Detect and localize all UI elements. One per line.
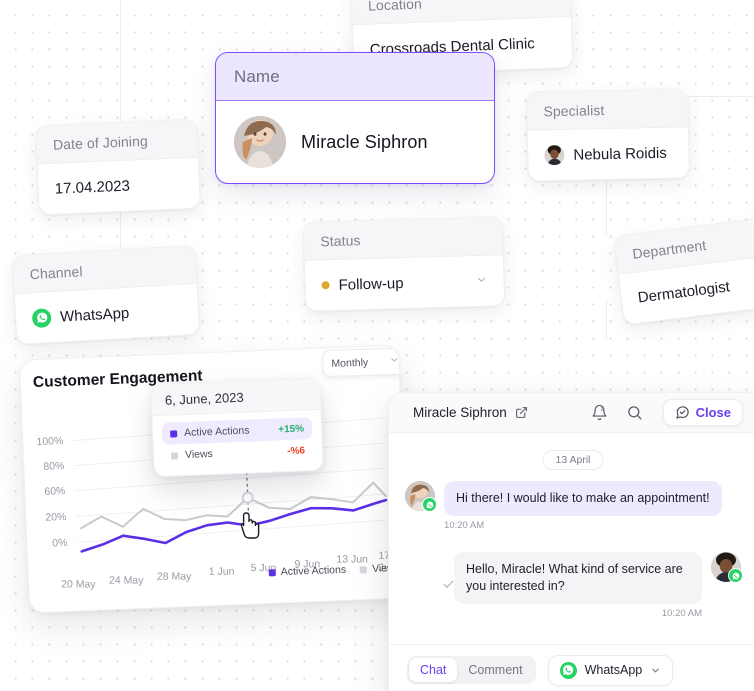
chat-message-list: 13 April Hi there! I would like to make … — [389, 433, 754, 645]
avatar-nebula-roidis — [544, 144, 565, 166]
field-value-channel: WhatsApp — [15, 284, 200, 344]
chart-tooltip-name-views: Views — [184, 447, 214, 462]
tab-comment[interactable]: Comment — [457, 658, 533, 682]
search-icon[interactable] — [626, 404, 643, 421]
chat-bubble-group-incoming: Hi there! I would like to make an appoin… — [444, 481, 722, 531]
mouse-cursor-icon — [240, 512, 263, 540]
field-value-date-of-joining: 17.04.2023 — [38, 158, 200, 215]
whatsapp-icon — [559, 661, 577, 679]
x-tick-28-may: 28 May — [156, 570, 192, 583]
field-label-name: Name — [216, 53, 494, 101]
close-button[interactable]: Close — [662, 399, 743, 426]
legend-swatch-icon — [360, 565, 368, 573]
chart-tooltip-body: Active Actions +15% Views -%6 — [153, 410, 323, 476]
field-value-specialist-text: Nebula Roidis — [573, 144, 667, 164]
x-tick-24-may: 24 May — [108, 574, 144, 587]
chat-mode-tabs: Chat Comment — [407, 656, 536, 684]
chart-tooltip-row-views: Views -%6 — [163, 439, 314, 467]
chart-range-select[interactable]: Monthly — [322, 347, 409, 378]
x-tick-1-jun: 1 Jun — [208, 565, 235, 578]
whatsapp-icon — [31, 307, 52, 328]
field-value-channel-text: WhatsApp — [59, 304, 130, 326]
field-value-specialist: Nebula Roidis — [528, 127, 689, 180]
legend-swatch-icon — [268, 568, 276, 576]
status-dot-icon — [321, 281, 330, 290]
field-value-name-text: Miracle Siphron — [301, 131, 428, 152]
chart-range-label: Monthly — [331, 356, 369, 370]
chat-header: Miracle Siphron z Close — [389, 393, 754, 433]
chart-tooltip: 6, June, 2023 Active Actions +15% Views … — [150, 377, 324, 478]
chat-footer: Chat Comment WhatsApp — [389, 644, 754, 691]
chevron-down-icon[interactable] — [475, 272, 487, 289]
chat-timestamp-incoming: 10:20 AM — [444, 519, 485, 531]
snooze-bell-icon[interactable]: z — [591, 404, 608, 421]
chart-tooltip-name-active-actions: Active Actions — [183, 424, 250, 440]
field-card-department[interactable]: Department Dermatologist — [613, 214, 754, 326]
field-label-status: Status — [303, 217, 503, 261]
whatsapp-badge-icon — [422, 497, 437, 512]
connector-line-right-lower — [606, 300, 607, 340]
x-tick-20-may: 20 May — [61, 578, 96, 591]
svg-text:z: z — [600, 406, 603, 413]
field-value-status[interactable]: Follow-up — [305, 255, 504, 311]
field-card-date-of-joining[interactable]: Date of Joining 17.04.2023 — [35, 118, 201, 216]
field-value-department-text: Dermatologist — [636, 277, 731, 307]
tooltip-swatch-icon — [170, 451, 179, 460]
chat-bubble-group-outgoing: Hello, Miracle! What kind of service are… — [454, 552, 702, 619]
chart-tooltip-value-views: -%6 — [286, 444, 306, 457]
field-value-name: Miracle Siphron — [216, 101, 494, 183]
field-label-specialist: Specialist — [527, 89, 688, 131]
chart-tooltip-value-active-actions: +15% — [278, 422, 305, 435]
tooltip-swatch-icon — [170, 429, 178, 438]
chat-channel-label: WhatsApp — [584, 663, 643, 677]
external-link-icon[interactable] — [515, 406, 528, 419]
tab-chat[interactable]: Chat — [409, 658, 458, 682]
field-card-specialist[interactable]: Specialist Nebula Roidis — [526, 88, 690, 182]
field-value-date-of-joining-text: 17.04.2023 — [54, 177, 131, 198]
canvas-board: Location Crossroads Dental Clinic Name M… — [0, 0, 754, 691]
chat-contact-name: Miracle Siphron — [413, 405, 507, 420]
field-card-channel[interactable]: Channel WhatsApp — [11, 244, 201, 346]
field-card-status[interactable]: Status Follow-up — [302, 216, 506, 312]
chat-bubble-outgoing: Hello, Miracle! What kind of service are… — [454, 552, 702, 604]
field-value-status-text: Follow-up — [338, 274, 404, 294]
avatar-wrap-outgoing — [711, 552, 743, 583]
whatsapp-badge-icon — [728, 568, 743, 583]
chat-message-incoming: Hi there! I would like to make an appoin… — [405, 481, 722, 531]
resolve-check-bubble-icon — [675, 405, 690, 420]
avatar-miracle-siphron — [234, 116, 286, 168]
chevron-down-icon[interactable] — [389, 355, 399, 368]
avatar-wrap-incoming — [405, 481, 437, 512]
chat-channel-select[interactable]: WhatsApp — [547, 654, 674, 686]
chat-timestamp-outgoing: 10:20 AM — [661, 607, 702, 619]
legend-label-active-actions: Active Actions — [280, 563, 347, 579]
legend-item-active-actions[interactable]: Active Actions — [268, 563, 347, 579]
chat-panel: Miracle Siphron z Close 13 April Hi ther… — [388, 392, 754, 691]
close-button-label: Close — [695, 405, 731, 420]
chat-bubble-incoming: Hi there! I would like to make an appoin… — [444, 481, 722, 516]
chat-message-outgoing: Hello, Miracle! What kind of service are… — [443, 552, 743, 619]
message-delivered-check-icon — [442, 578, 455, 594]
chevron-down-icon[interactable] — [650, 665, 661, 676]
field-card-name[interactable]: Name Miracle Siphron — [215, 52, 495, 184]
chat-date-divider: 13 April — [542, 450, 604, 470]
connector-line-left — [120, 0, 121, 122]
